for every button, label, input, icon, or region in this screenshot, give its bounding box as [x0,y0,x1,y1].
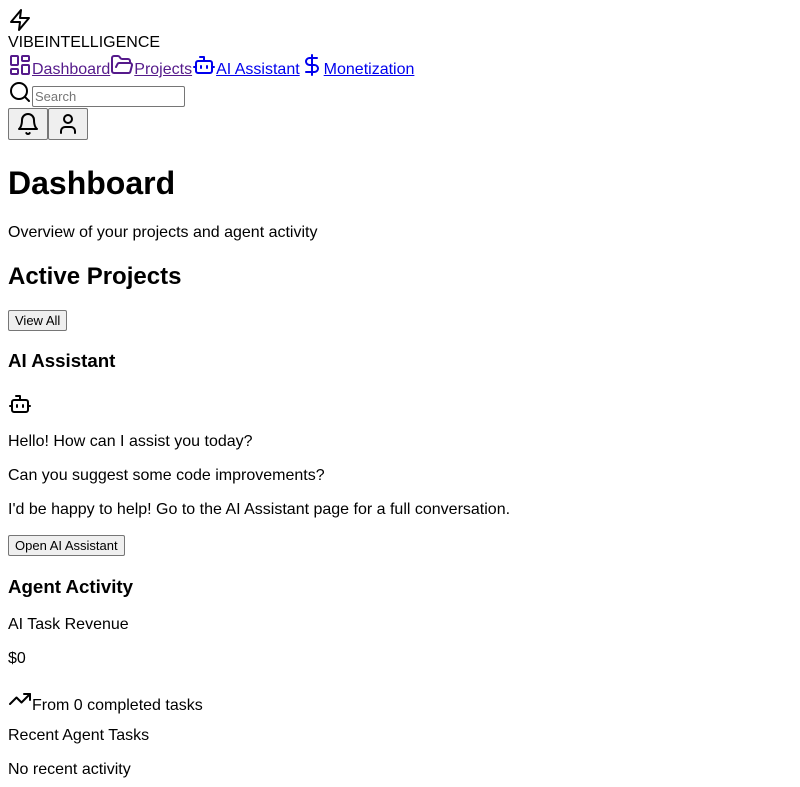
search-icon [10,82,30,102]
nav-item-dashboard[interactable]: Dashboard [8,53,110,79]
revenue-trend: From 0 completed tasks [8,687,203,715]
app-root: VIBEINTELLIGENCE Dashboard Projects AI A… [0,0,800,778]
nav-item-label: AI Assistant [216,61,300,78]
zap-icon [10,9,30,31]
notifications-button[interactable] [8,108,48,140]
brand-name: VIBEINTELLIGENCE [8,34,161,51]
active-projects-title: Active Projects [8,263,182,290]
dollar-sign-icon [304,54,319,76]
revenue-label: AI Task Revenue [8,616,129,633]
top-bar: VIBEINTELLIGENCE Dashboard Projects AI A… [8,0,792,140]
assistant-message: Hello! How can I assist you today? [8,433,253,450]
logo [8,0,792,32]
search-bar [8,79,792,108]
profile-button[interactable] [48,108,88,140]
user-icon [60,114,76,134]
main-nav: Dashboard Projects AI Assistant Monetiza… [8,52,792,79]
page-subtitle: Overview of your projects and agent acti… [8,224,318,241]
recent-tasks-empty: No recent activity [8,761,131,778]
ai-assistant-title: AI Assistant [8,350,116,371]
nav-item-monetization[interactable]: Monetization [300,53,415,79]
bell-icon [18,113,38,135]
bot-icon [193,56,216,74]
search-input[interactable] [32,86,185,107]
recent-tasks-title: Recent Agent Tasks [8,727,150,744]
view-all-button[interactable]: View All [8,310,68,331]
open-ai-assistant-button[interactable]: Open AI Assistant [8,535,125,556]
nav-item-projects[interactable]: Projects [110,53,192,79]
page-title: Dashboard [8,165,176,201]
nav-item-label: Dashboard [32,61,111,78]
trend-text: From 0 completed tasks [32,697,203,714]
header-actions [8,108,792,140]
agent-activity-title: Agent Activity [8,576,134,597]
user-message: Can you suggest some code improvements? [8,467,325,484]
nav-item-label: Monetization [323,61,415,78]
nav-item-label: Projects [134,61,193,78]
trending-up-icon [9,693,31,705]
nav-item-ai-assistant[interactable]: AI Assistant [192,53,300,79]
layout-dashboard-icon [10,55,30,75]
assistant-message: I'd be happy to help! Go to the AI Assis… [8,501,511,518]
revenue-value: $0 [8,650,26,667]
bot-icon [9,395,31,413]
folder-open-icon [111,55,134,74]
